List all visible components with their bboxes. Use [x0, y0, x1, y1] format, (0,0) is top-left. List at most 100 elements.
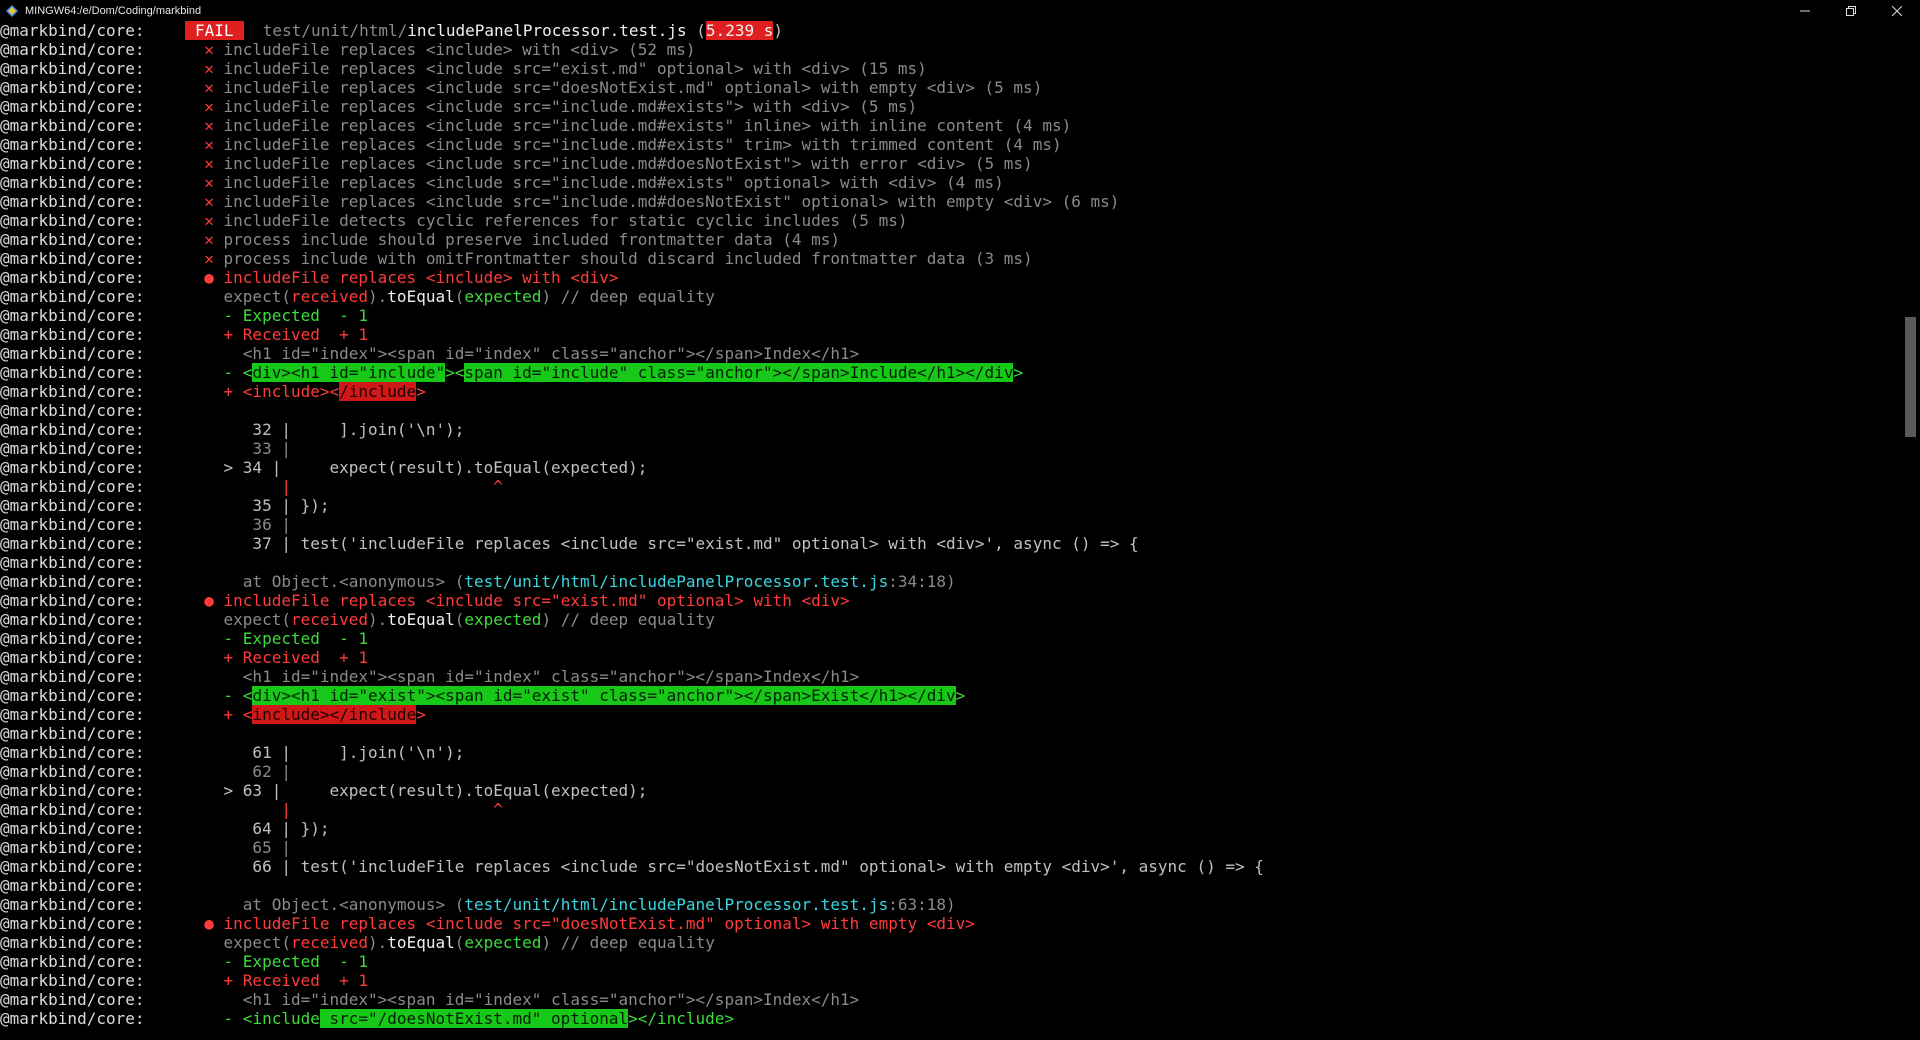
line-segment: /include: [339, 382, 417, 401]
line-segment: expected: [464, 933, 542, 952]
line-segment: > 34 | expect(result).toEqual(expected);: [185, 458, 648, 477]
line-prefix: @markbind/core:: [0, 819, 145, 838]
line-segment: | ^: [185, 477, 503, 496]
line-segment: ><: [445, 363, 465, 382]
mingw-icon: [6, 5, 18, 17]
line-segment: + Received + 1: [185, 971, 369, 990]
terminal-output[interactable]: @markbind/core: FAIL test/unit/html/inclu…: [0, 21, 1900, 1040]
line-segment: received: [290, 933, 369, 952]
line-prefix: @markbind/core:: [0, 40, 145, 59]
terminal-line: @markbind/core: 65 |: [0, 838, 1900, 857]
line-segment: 37 | test('includeFile replaces <include…: [185, 534, 1139, 553]
line-prefix: @markbind/core:: [0, 173, 145, 192]
terminal-line: @markbind/core: 37 | test('includeFile r…: [0, 534, 1900, 553]
line-segment: includeFile replaces <include src="inclu…: [223, 192, 1120, 211]
line-segment: - Expected - 1: [185, 306, 369, 325]
terminal-line: @markbind/core: ● includeFile replaces <…: [0, 591, 1900, 610]
terminal-line: @markbind/core: ✕ includeFile replaces <…: [0, 173, 1900, 192]
line-segment: ).: [368, 287, 388, 306]
terminal-line: @markbind/core:: [0, 553, 1900, 572]
terminal-line: @markbind/core: - Expected - 1: [0, 629, 1900, 648]
terminal-line: @markbind/core: <h1 id="index"><span id=…: [0, 344, 1900, 363]
line-segment: FAIL: [185, 21, 244, 40]
line-segment: includePanelProcessor.test.js: [407, 21, 687, 40]
terminal-line: @markbind/core: + Received + 1: [0, 971, 1900, 990]
line-prefix: @markbind/core:: [0, 572, 145, 591]
line-segment: span id="include" class="anchor"></span>…: [464, 363, 1014, 382]
terminal-line: @markbind/core: ✕ includeFile replaces <…: [0, 154, 1900, 173]
close-icon: [1892, 6, 1902, 16]
line-segment: ✕: [185, 78, 224, 97]
line-segment: ) // deep equality: [541, 610, 715, 629]
terminal-line: @markbind/core: - < div><h1 id="exist"><s…: [0, 686, 1900, 705]
line-segment: ✕: [185, 135, 224, 154]
line-segment: ●: [185, 591, 224, 610]
scrollbar-thumb[interactable]: [1905, 317, 1916, 437]
line-segment: at Object.<anonymous> (: [185, 895, 465, 914]
line-prefix: @markbind/core:: [0, 116, 145, 135]
terminal-line: @markbind/core: ✕ includeFile replaces <…: [0, 78, 1900, 97]
terminal-line: @markbind/core: ✕ includeFile replaces <…: [0, 97, 1900, 116]
line-segment: src="/doesNotExist.md" optional: [319, 1009, 629, 1028]
line-prefix: @markbind/core:: [0, 420, 145, 439]
line-segment: >: [416, 705, 426, 724]
line-segment: div><h1 id=": [252, 363, 369, 382]
line-segment: at Object.<anonymous> (: [185, 572, 465, 591]
line-prefix: @markbind/core:: [0, 496, 145, 515]
line-segment: expect(: [185, 610, 291, 629]
line-segment: includeFile replaces <include src="inclu…: [223, 173, 1004, 192]
terminal-line: @markbind/core: <h1 id="index"><span id=…: [0, 990, 1900, 1009]
line-prefix: @markbind/core:: [0, 648, 145, 667]
line-prefix: @markbind/core:: [0, 192, 145, 211]
line-segment: (: [454, 933, 465, 952]
line-segment: (: [454, 610, 465, 629]
line-segment: includeFile detects cyclic references fo…: [223, 211, 908, 230]
terminal-line: @markbind/core: 35 | });: [0, 496, 1900, 515]
terminal-line: @markbind/core: ✕ includeFile detects cy…: [0, 211, 1900, 230]
minimize-button[interactable]: [1782, 0, 1828, 22]
line-segment: - <: [185, 363, 253, 382]
line-prefix: @markbind/core:: [0, 724, 145, 743]
line-prefix: @markbind/core:: [0, 97, 145, 116]
line-segment: ✕: [185, 116, 224, 135]
line-prefix: @markbind/core:: [0, 591, 145, 610]
line-segment: 35 | });: [185, 496, 330, 515]
line-segment: includeFile replaces <include src="exist…: [223, 59, 927, 78]
line-prefix: @markbind/core:: [0, 857, 145, 876]
terminal-line: @markbind/core: at Object.<anonymous> (t…: [0, 572, 1900, 591]
line-segment: includeFile replaces <include src="doesN…: [223, 914, 975, 933]
close-button[interactable]: [1874, 0, 1920, 22]
terminal-line: @markbind/core: | ^: [0, 477, 1900, 496]
line-prefix: @markbind/core:: [0, 876, 145, 895]
vertical-scrollbar[interactable]: [1901, 22, 1920, 1040]
line-segment: ).: [368, 933, 388, 952]
line-prefix: @markbind/core:: [0, 705, 145, 724]
line-prefix: @markbind/core:: [0, 610, 145, 629]
line-prefix: @markbind/core:: [0, 249, 145, 268]
line-segment: 64 | });: [185, 819, 330, 838]
line-segment: ) // deep equality: [541, 287, 715, 306]
line-segment: includeFile replaces <include> with <div…: [223, 268, 619, 287]
line-segment: ●: [185, 914, 224, 933]
line-segment: toEqual: [387, 933, 455, 952]
line-segment: - <include: [185, 1009, 320, 1028]
line-prefix: @markbind/core:: [0, 781, 145, 800]
line-prefix: @markbind/core:: [0, 1009, 145, 1028]
line-segment: toEqual: [387, 287, 455, 306]
line-segment: <h1 id="index"><span id="index" class="a…: [185, 667, 860, 686]
title-bar[interactable]: MINGW64:/e/Dom/Coding/markbind: [0, 0, 1920, 22]
line-segment: expect(: [185, 933, 291, 952]
terminal-line: @markbind/core: - Expected - 1: [0, 306, 1900, 325]
line-segment: includeFile replaces <include src="inclu…: [223, 97, 918, 116]
maximize-button[interactable]: [1828, 0, 1874, 22]
line-segment: toEqual: [387, 610, 455, 629]
line-segment: includeFile replaces <include src="doesN…: [223, 78, 1043, 97]
line-segment: (: [454, 287, 465, 306]
terminal-line: @markbind/core: | ^: [0, 800, 1900, 819]
terminal-line: @markbind/core: ✕ includeFile replaces <…: [0, 116, 1900, 135]
line-segment: ></include>: [628, 1009, 735, 1028]
terminal-line: @markbind/core:: [0, 724, 1900, 743]
terminal-line: @markbind/core:: [0, 876, 1900, 895]
line-segment: ✕: [185, 59, 224, 78]
line-prefix: @markbind/core:: [0, 933, 145, 952]
